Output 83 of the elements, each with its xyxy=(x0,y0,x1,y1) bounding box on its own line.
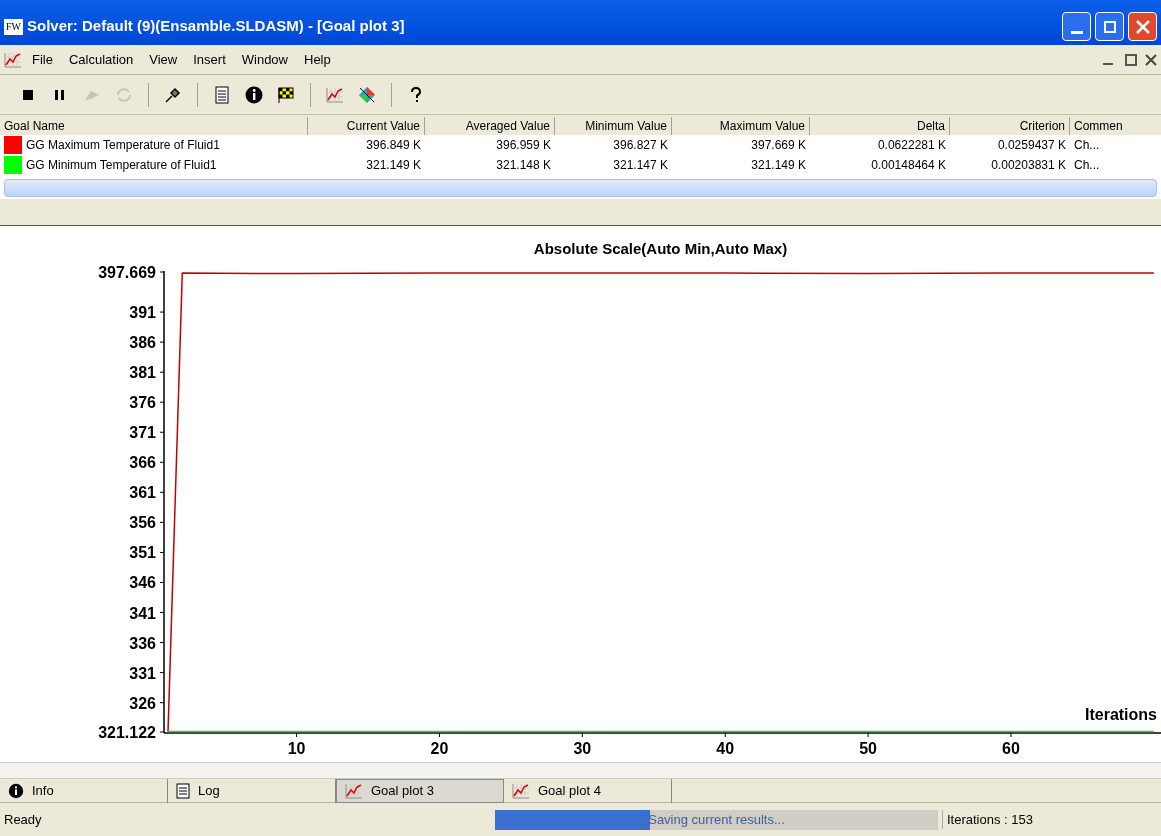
table-cell-text: 0.00203831 K xyxy=(990,157,1067,174)
table-cell-text: 0.0259437 K xyxy=(996,137,1067,154)
y-tick-label: 326 xyxy=(129,694,156,712)
y-tick-label: 381 xyxy=(129,364,156,382)
y-tick-label: 386 xyxy=(129,334,156,352)
y-tick-label: 321.122 xyxy=(98,724,156,741)
table-cell-text: 321.149 K xyxy=(750,157,807,174)
child-minimize-icon[interactable] xyxy=(1103,62,1113,65)
document-chart-icon xyxy=(4,51,22,68)
table-cell-text: 321.148 K xyxy=(495,157,552,174)
color-diamond-icon xyxy=(357,84,377,105)
tab[interactable]: Goal plot 4 xyxy=(504,778,672,803)
table-cell-text: 396.827 K xyxy=(612,137,669,154)
column-header[interactable]: Commen xyxy=(1070,117,1161,135)
y-tick-label: 331 xyxy=(129,664,156,682)
table-cell-text: 321.147 K xyxy=(612,157,669,174)
table-cell: GG Maximum Temperature of Fluid1 xyxy=(0,136,308,154)
info-icon xyxy=(8,782,24,799)
restore-button[interactable] xyxy=(1095,12,1124,41)
y-tick-label: 356 xyxy=(129,514,156,532)
y-tick-label: 361 xyxy=(129,484,156,502)
table-cell-text: 396.959 K xyxy=(495,137,552,154)
table-cell-text: Ch... xyxy=(1073,137,1101,154)
table-cell-text: Ch... xyxy=(1073,157,1101,174)
document-icon xyxy=(176,782,190,799)
y-tick-label: 366 xyxy=(129,454,156,472)
menu-item[interactable]: View xyxy=(143,49,184,70)
y-tick-label: 351 xyxy=(129,544,156,562)
app-icon: FW xyxy=(4,18,23,35)
chart-icon xyxy=(512,782,530,799)
column-header[interactable]: Averaged Value xyxy=(425,117,555,135)
minimize-icon xyxy=(1070,31,1083,34)
column-header[interactable]: Maximum Value xyxy=(672,117,810,135)
menu-item[interactable]: Calculation xyxy=(62,49,140,70)
checkered-flag-icon xyxy=(276,84,296,105)
close-icon xyxy=(1135,19,1150,34)
table-cell: GG Minimum Temperature of Fluid1 xyxy=(0,156,308,174)
table-cell-text: 0.00148464 K xyxy=(870,157,947,174)
document-icon xyxy=(212,84,232,105)
column-header[interactable]: Criterion xyxy=(950,117,1070,135)
column-header[interactable]: Goal Name xyxy=(0,117,308,135)
table-cell-text: 321.149 K xyxy=(365,157,422,174)
menu-item[interactable]: Window xyxy=(235,49,294,70)
y-tick-label: 397.669 xyxy=(98,264,156,281)
x-tick-label: 30 xyxy=(573,740,592,757)
chart-scrollbar[interactable] xyxy=(0,762,1161,779)
y-tick-label: 376 xyxy=(129,394,156,412)
tab[interactable]: Log xyxy=(168,778,336,803)
info-icon xyxy=(244,84,264,105)
horizontal-scrollbar[interactable] xyxy=(4,179,1157,197)
window-title: Solver: Default (9)(Ensamble.SLDASM) - [Goal plot 3] xyxy=(27,16,405,37)
child-restore-icon[interactable] xyxy=(1125,53,1137,66)
tab[interactable]: Info xyxy=(0,778,168,803)
table-cell-text: 397.669 K xyxy=(750,137,807,154)
column-header[interactable]: Minimum Value xyxy=(555,117,672,135)
x-tick-label: 10 xyxy=(287,740,306,757)
y-tick-label: 341 xyxy=(129,604,156,622)
close-button[interactable] xyxy=(1128,12,1157,41)
menu-item[interactable]: File xyxy=(26,49,59,70)
status-text: Ready xyxy=(3,810,43,829)
menu-item[interactable]: Insert xyxy=(187,49,232,70)
tab[interactable]: Goal plot 3 xyxy=(336,778,504,803)
chart-icon xyxy=(326,86,344,103)
menu-item[interactable]: Help xyxy=(298,49,337,70)
table-cell-text: 0.0622281 K xyxy=(876,137,947,154)
y-tick-label: 336 xyxy=(129,634,156,652)
x-tick-label: 60 xyxy=(1002,740,1020,757)
child-close-icon[interactable] xyxy=(1145,53,1157,66)
minimize-button[interactable] xyxy=(1062,12,1091,41)
restore-icon xyxy=(1103,20,1116,33)
x-axis-label: Iterations xyxy=(1085,706,1157,723)
x-tick-label: 40 xyxy=(716,740,735,757)
table-cell-text: 396.849 K xyxy=(365,137,422,154)
column-header[interactable]: Current Value xyxy=(308,117,425,135)
iterations-text: Iterations : 153 xyxy=(942,809,1037,830)
x-tick-label: 50 xyxy=(859,740,877,757)
y-tick-label: 391 xyxy=(129,304,156,322)
y-tick-label: 346 xyxy=(129,574,156,592)
x-tick-label: 20 xyxy=(430,740,449,757)
chart-title: Absolute Scale(Auto Min,Auto Max) xyxy=(533,240,788,257)
column-header[interactable]: Delta xyxy=(825,117,950,135)
y-tick-label: 371 xyxy=(129,424,156,442)
chart-icon xyxy=(345,782,363,799)
